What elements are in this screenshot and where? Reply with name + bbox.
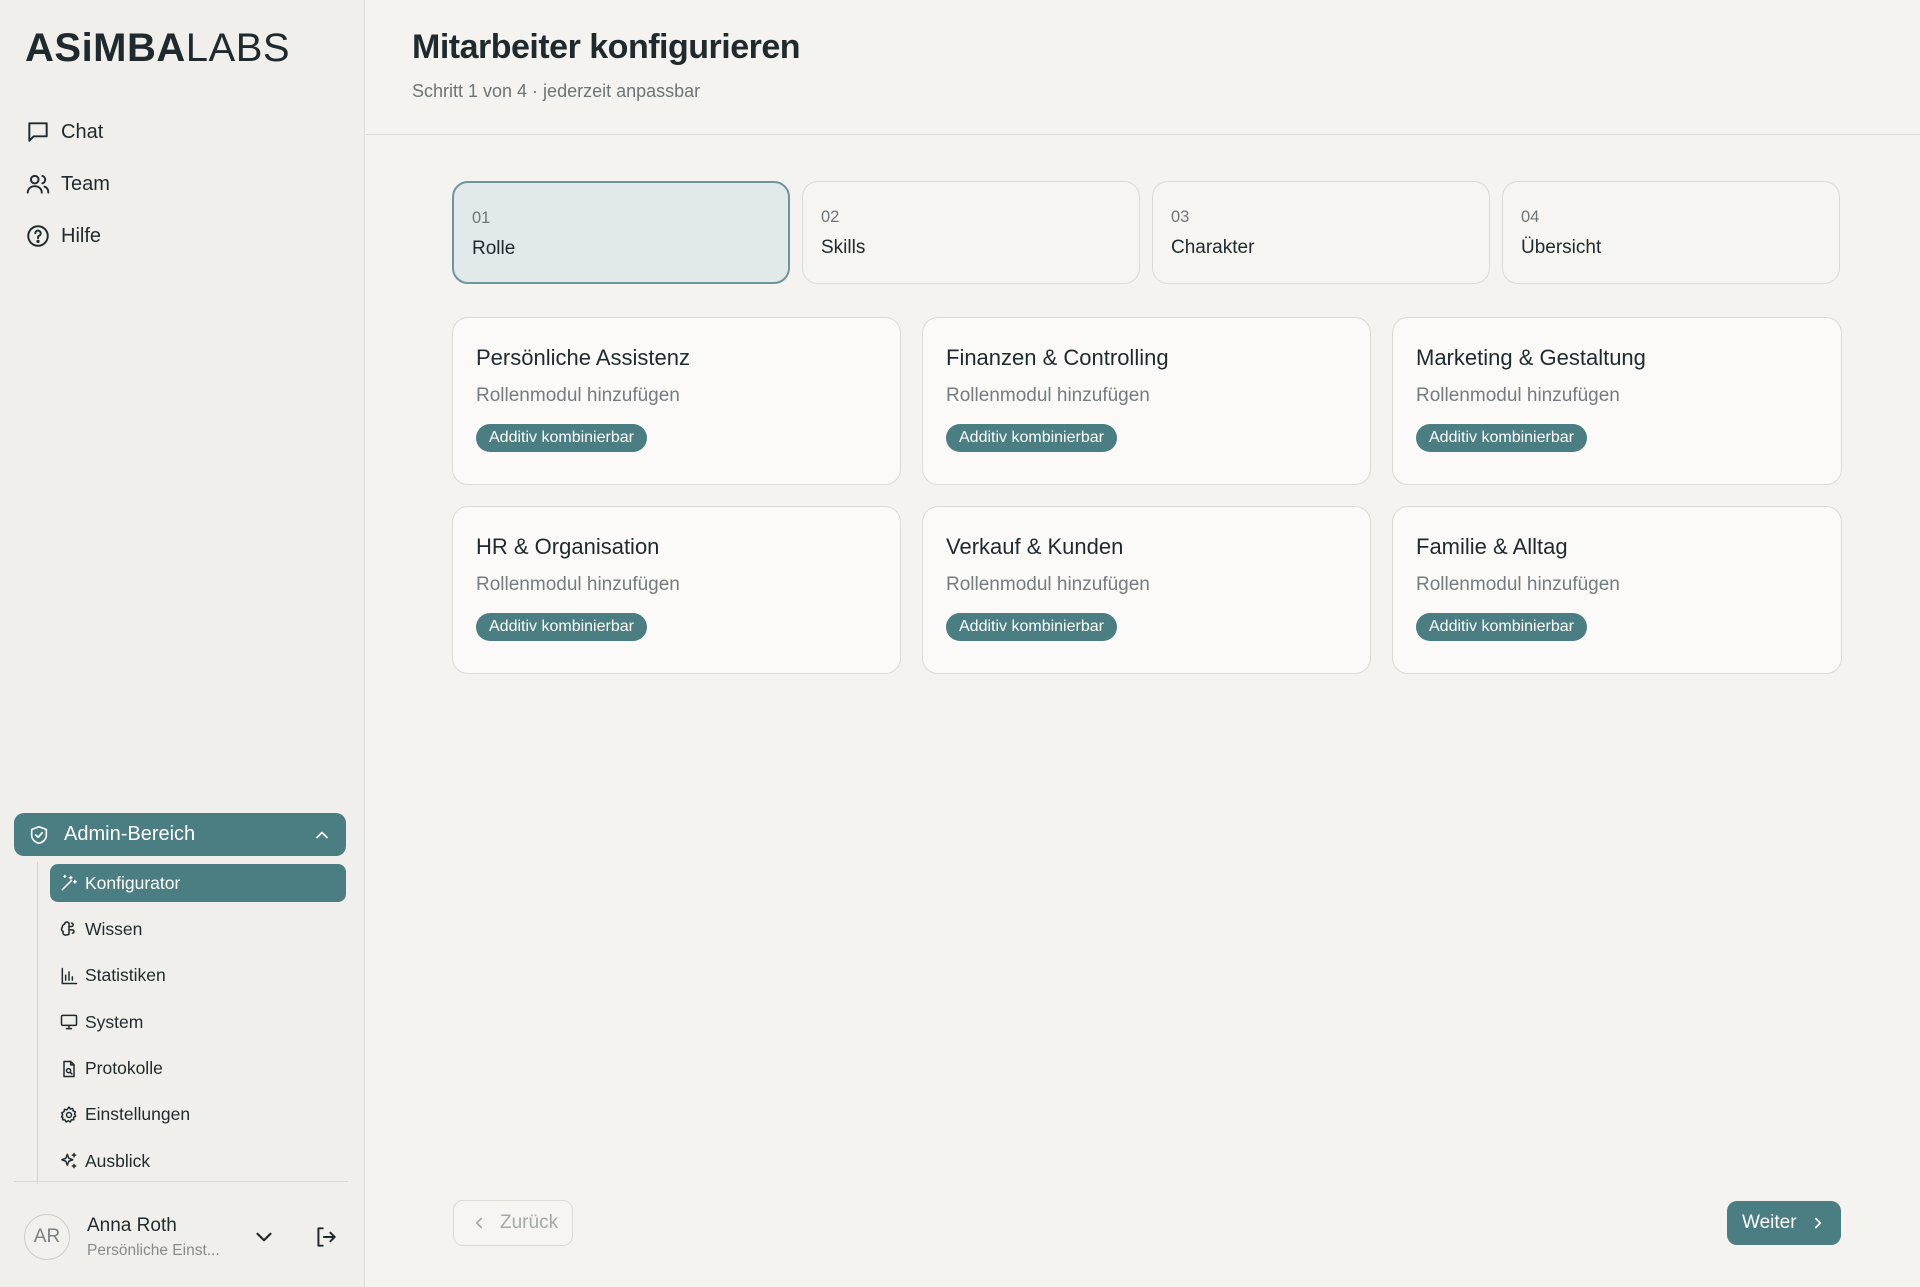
nav-item-chat[interactable]: Chat xyxy=(25,106,110,158)
admin-item-einstellungen[interactable]: Einstellungen xyxy=(50,1096,346,1134)
user-name: Anna Roth xyxy=(87,1214,177,1236)
next-button-label: Weiter xyxy=(1742,1212,1797,1233)
admin-item-ausblick-label: Ausblick xyxy=(85,1150,151,1171)
users-icon xyxy=(26,174,50,194)
role-card-finanzen-controlling[interactable]: Finanzen & Controlling Rollenmodul hinzu… xyxy=(922,317,1371,485)
admin-item-protokolle[interactable]: Protokolle xyxy=(50,1050,346,1088)
admin-item-protokolle-label: Protokolle xyxy=(85,1058,163,1079)
admin-item-einstellungen-label: Einstellungen xyxy=(85,1104,191,1125)
sidebar: ASiMBALABS Chat Team Hilfe Admin-Bereich… xyxy=(0,0,365,1287)
brain-icon xyxy=(60,921,75,937)
nav-item-team[interactable]: Team xyxy=(25,158,110,210)
role-card-hr-organisation[interactable]: HR & Organisation Rollenmodul hinzufügen… xyxy=(452,506,901,674)
back-button[interactable]: Zurück xyxy=(453,1200,573,1246)
role-card-subtitle: Rollenmodul hinzufügen xyxy=(1416,385,1620,406)
step-label: Charakter xyxy=(1171,237,1255,258)
admin-item-wissen-label: Wissen xyxy=(85,918,143,939)
user-menu: AR Anna Roth Persönliche Einst... xyxy=(24,1214,344,1260)
chevron-down-icon[interactable] xyxy=(251,1224,277,1250)
brand-logo-light: LABS xyxy=(185,26,291,70)
page-title: Mitarbeiter konfigurieren xyxy=(412,28,801,66)
admin-item-ausblick[interactable]: Ausblick xyxy=(50,1142,346,1180)
admin-item-system-label: System xyxy=(85,1011,144,1032)
wand-icon xyxy=(61,874,77,891)
help-icon xyxy=(27,225,49,247)
chevron-left-icon xyxy=(475,1217,483,1229)
brand-logo-bold: ASiMBA xyxy=(25,26,186,70)
admin-section-toggle[interactable]: Admin-Bereich xyxy=(14,813,346,856)
nav-item-hilfe[interactable]: Hilfe xyxy=(25,210,110,262)
step-label: Übersicht xyxy=(1521,237,1602,258)
role-card-badge: Additiv kombinierbar xyxy=(476,424,647,452)
step-charakter[interactable]: 03 Charakter xyxy=(1152,181,1490,284)
admin-submenu: Konfigurator Wissen Statistiken System P… xyxy=(50,864,346,1189)
gear-icon xyxy=(60,1106,77,1123)
role-card-badge: Additiv kombinierbar xyxy=(946,613,1117,641)
main-content: Mitarbeiter konfigurieren Schritt 1 von … xyxy=(366,0,1920,1287)
role-card-subtitle: Rollenmodul hinzufügen xyxy=(946,574,1150,595)
next-button[interactable]: Weiter xyxy=(1727,1201,1841,1245)
step-label: Skills xyxy=(821,237,866,258)
chevron-up-icon xyxy=(316,831,328,838)
file-search-icon xyxy=(63,1060,75,1077)
admin-tree-line xyxy=(37,862,38,1184)
step-uebersicht[interactable]: 04 Übersicht xyxy=(1502,181,1840,284)
bar-chart-icon xyxy=(61,967,78,985)
role-card-verkauf-kunden[interactable]: Verkauf & Kunden Rollenmodul hinzufügen … xyxy=(922,506,1371,674)
wizard-steps: 01 Rolle 02 Skills 03 Charakter 04 Übers… xyxy=(452,181,1840,284)
role-card-marketing-gestaltung[interactable]: Marketing & Gestaltung Rollenmodul hinzu… xyxy=(1392,317,1842,485)
role-card-title: Finanzen & Controlling xyxy=(946,345,1169,370)
role-card-familie-alltag[interactable]: Familie & Alltag Rollenmodul hinzufügen … xyxy=(1392,506,1842,674)
nav-item-chat-label: Chat xyxy=(61,120,104,143)
step-skills[interactable]: 02 Skills xyxy=(802,181,1140,284)
role-card-subtitle: Rollenmodul hinzufügen xyxy=(1416,574,1620,595)
admin-item-konfigurator-label: Konfigurator xyxy=(85,872,181,893)
avatar-initials: AR xyxy=(33,1226,61,1247)
role-card-title: HR & Organisation xyxy=(476,534,660,559)
monitor-icon xyxy=(60,1014,78,1030)
role-card-title: Persönliche Assistenz xyxy=(476,345,690,370)
nav-item-hilfe-label: Hilfe xyxy=(61,224,102,247)
page-header: Mitarbeiter konfigurieren Schritt 1 von … xyxy=(366,0,1920,135)
admin-item-system[interactable]: System xyxy=(50,1003,346,1041)
step-number: 02 xyxy=(821,208,840,226)
chevron-right-icon xyxy=(1814,1217,1821,1229)
role-card-subtitle: Rollenmodul hinzufügen xyxy=(476,385,680,406)
step-number: 03 xyxy=(1171,208,1190,226)
step-number: 04 xyxy=(1521,208,1540,226)
page-subtitle: Schritt 1 von 4 · jederzeit anpassbar xyxy=(412,81,701,101)
back-button-label: Zurück xyxy=(500,1212,559,1233)
step-label: Rolle xyxy=(472,238,516,259)
role-card-subtitle: Rollenmodul hinzufügen xyxy=(946,385,1150,406)
admin-item-statistiken-label: Statistiken xyxy=(85,965,166,986)
user-info[interactable]: Anna Roth Persönliche Einst... xyxy=(87,1215,227,1260)
role-card-badge: Additiv kombinierbar xyxy=(1416,424,1587,452)
admin-item-statistiken[interactable]: Statistiken xyxy=(50,957,346,995)
logout-icon[interactable] xyxy=(313,1224,339,1250)
role-card-title: Marketing & Gestaltung xyxy=(1416,345,1646,370)
brand-logo[interactable]: ASiMBALABS xyxy=(25,28,290,68)
role-card-badge: Additiv kombinierbar xyxy=(1416,613,1587,641)
avatar[interactable]: AR xyxy=(24,1214,70,1260)
role-card-badge: Additiv kombinierbar xyxy=(476,613,647,641)
role-card-title: Verkauf & Kunden xyxy=(946,534,1124,559)
role-module-grid: Persönliche Assistenz Rollenmodul hinzuf… xyxy=(452,317,1842,674)
shield-icon xyxy=(30,825,48,844)
sidebar-divider xyxy=(14,1181,348,1182)
step-number: 01 xyxy=(472,209,491,227)
nav-item-team-label: Team xyxy=(61,172,110,195)
role-card-persoenliche-assistenz[interactable]: Persönliche Assistenz Rollenmodul hinzuf… xyxy=(452,317,901,485)
sparkles-icon xyxy=(61,1153,77,1169)
user-subtitle: Persönliche Einst... xyxy=(87,1241,220,1259)
admin-item-konfigurator[interactable]: Konfigurator xyxy=(50,864,346,902)
admin-section-label: Admin-Bereich xyxy=(64,823,196,845)
chat-icon xyxy=(28,122,48,142)
admin-item-wissen[interactable]: Wissen xyxy=(50,910,346,948)
role-card-subtitle: Rollenmodul hinzufügen xyxy=(476,574,680,595)
role-card-title: Familie & Alltag xyxy=(1416,534,1568,559)
role-card-badge: Additiv kombinierbar xyxy=(946,424,1117,452)
main-nav: Chat Team Hilfe xyxy=(25,106,110,262)
step-rolle[interactable]: 01 Rolle xyxy=(452,181,790,284)
